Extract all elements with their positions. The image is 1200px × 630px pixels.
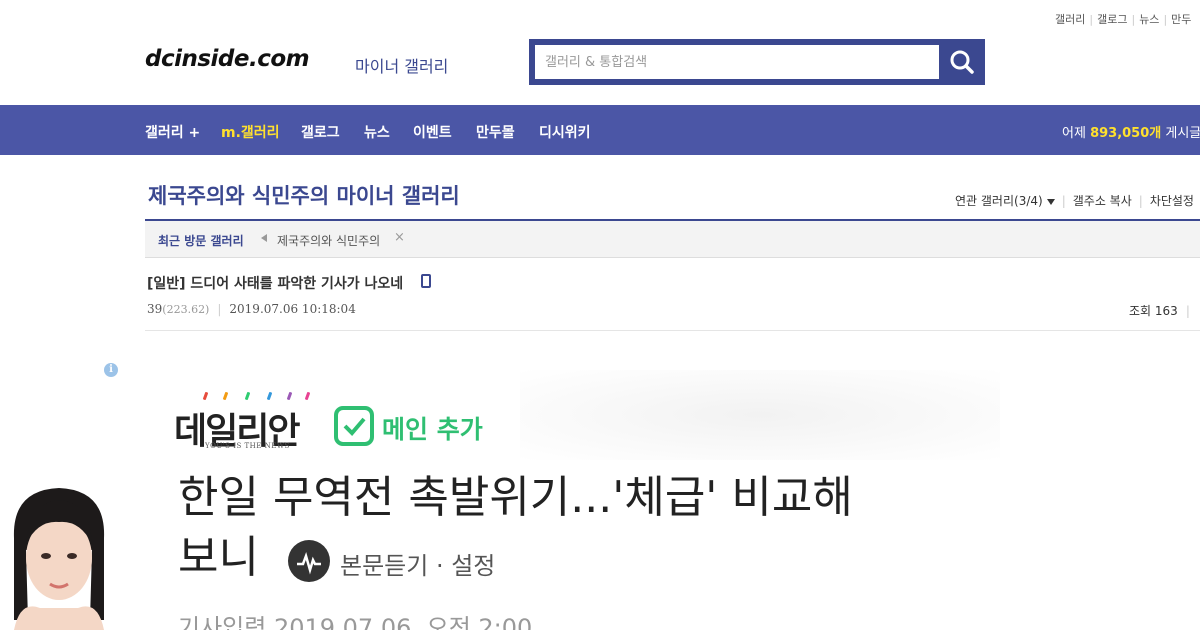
search-icon <box>950 50 974 74</box>
nav-gallog[interactable]: 갤로그 <box>301 122 340 142</box>
article-headline-2: 보니 <box>178 532 259 583</box>
yesterday-post-count: 어제 893,050개 게시글 <box>1062 126 1200 141</box>
portrait-image <box>13 488 105 630</box>
blurred-background <box>520 370 1000 460</box>
block-settings-button[interactable]: 차단설정 <box>1150 194 1194 208</box>
site-logo[interactable]: dcinside.com <box>145 46 310 72</box>
post-ip: (223.62) <box>162 303 210 316</box>
nav-news[interactable]: 뉴스 <box>364 122 390 142</box>
recent-gallery-link[interactable]: 제국주의와 식민주의 <box>277 232 380 249</box>
prev-arrow-icon[interactable] <box>261 234 267 242</box>
news-logo-tagline: YOU'S IS THE NEWS <box>205 442 290 450</box>
util-link-mandu[interactable]: 만두 <box>1171 13 1191 26</box>
close-icon[interactable]: × <box>394 230 405 245</box>
post-date: 2019.07.06 10:18:04 <box>229 302 356 316</box>
util-link-gallery[interactable]: 갤러리 <box>1055 13 1085 26</box>
nav-m-gallery[interactable]: m.갤러리 <box>221 122 280 142</box>
mobile-icon <box>421 274 431 288</box>
copy-address-button[interactable]: 갤주소 복사 <box>1073 194 1132 208</box>
post-title: [일반] 드디어 사태를 파악한 기사가 나오네 <box>147 276 404 292</box>
check-icon <box>334 406 374 446</box>
related-gallery-dropdown[interactable]: 연관 갤러리(3/4) <box>955 194 1055 208</box>
main-add-label: 메인 추가 <box>382 415 483 444</box>
post-meta: 39(223.62) | 2019.07.06 10:18:04 <box>147 302 356 316</box>
info-icon[interactable]: i <box>104 363 118 377</box>
gallery-title[interactable]: 제국주의와 식민주의 마이너 갤러리 <box>148 180 460 210</box>
logo-subtitle[interactable]: 마이너 갤러리 <box>355 53 448 77</box>
search-box <box>529 39 985 85</box>
nav-dcwiki[interactable]: 디시위키 <box>539 122 591 142</box>
logo-decoration <box>202 391 314 402</box>
util-links: 갤러리 | 갤로그 | 뉴스 | 만두 <box>1055 13 1192 26</box>
recent-galleries-bar: 최근 방문 갤러리 제국주의와 식민주의 × <box>145 221 1200 258</box>
nav-mandumall[interactable]: 만두몰 <box>476 122 515 142</box>
listen-label: 본문듣기 · 설정 <box>340 552 496 580</box>
gallery-tools: 연관 갤러리(3/4) | 갤주소 복사 | 차단설정 <box>955 194 1194 208</box>
nav-event[interactable]: 이벤트 <box>413 122 452 142</box>
search-button[interactable] <box>939 39 985 85</box>
main-nav: 갤러리 + m.갤러리 갤로그 뉴스 이벤트 만두몰 디시위키 어제 893,0… <box>0 105 1200 155</box>
audio-icon <box>288 540 330 582</box>
caret-down-icon <box>1046 198 1055 205</box>
view-count: 조회 163 | <box>1129 304 1190 318</box>
article-dateline: 기사입력 2019.07.06. 오전 2:00 <box>178 614 533 630</box>
post-author[interactable]: 39 <box>147 302 162 316</box>
search-input[interactable] <box>535 45 939 79</box>
nav-gallery[interactable]: 갤러리 + <box>145 122 200 142</box>
util-link-gallog[interactable]: 갤로그 <box>1097 13 1127 26</box>
post-count-value: 893,050개 <box>1090 126 1162 141</box>
article-image: 데일리안 YOU'S IS THE NEWS 메인 추가 한일 무역전 촉발위기… <box>150 370 1200 630</box>
side-ad-portrait[interactable] <box>0 480 118 630</box>
recent-label: 최근 방문 갤러리 <box>158 234 244 248</box>
article-headline: 한일 무역전 촉발위기...'체급' 비교해 <box>178 472 853 523</box>
util-link-news[interactable]: 뉴스 <box>1139 13 1159 26</box>
divider <box>145 330 1200 331</box>
